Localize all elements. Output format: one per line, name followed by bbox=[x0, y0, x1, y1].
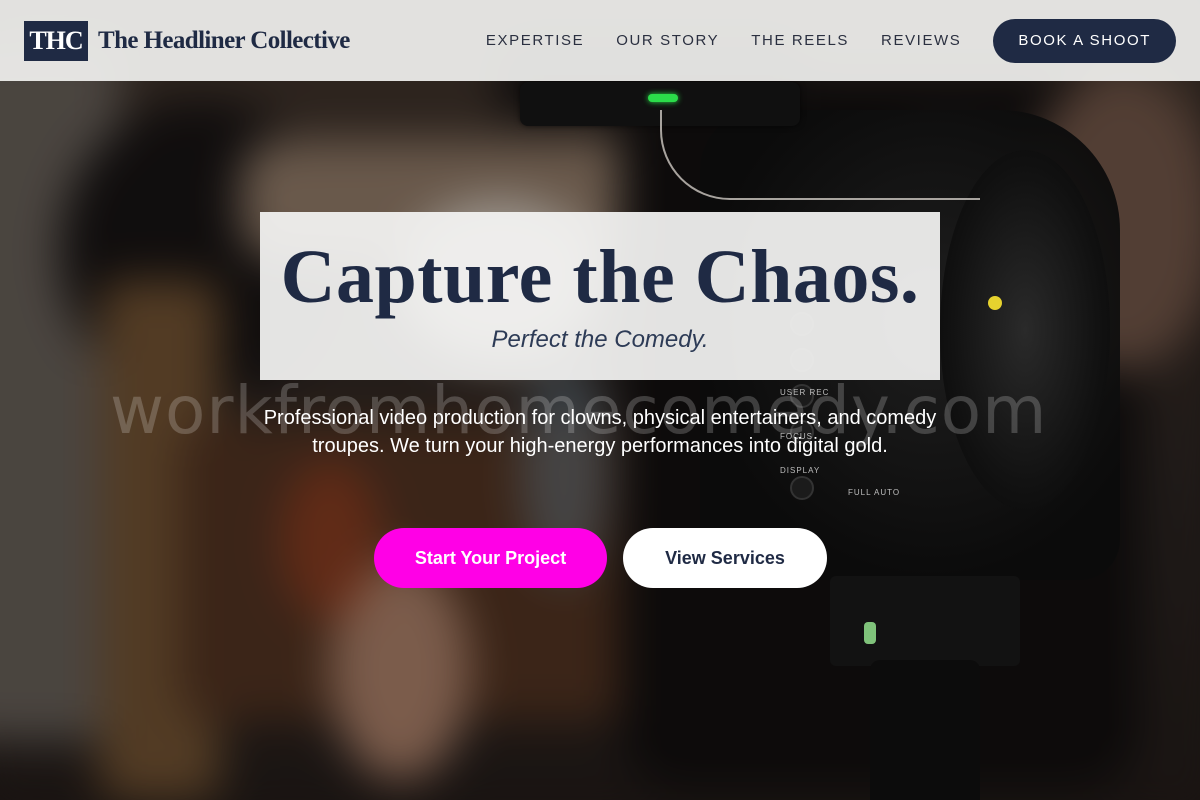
nav-link-our-story[interactable]: OUR STORY bbox=[616, 32, 719, 49]
camera-lens bbox=[940, 150, 1110, 510]
nav-link-the-reels[interactable]: THE REELS bbox=[751, 32, 849, 49]
camera-record-light bbox=[648, 94, 678, 102]
camera-mount-light bbox=[864, 622, 876, 644]
logo-mark: THC bbox=[24, 20, 88, 61]
camera-indicator-light bbox=[988, 296, 1002, 310]
camera-mount bbox=[830, 576, 1020, 666]
headline-card: Capture the Chaos. Perfect the Comedy. bbox=[260, 212, 940, 380]
site-header: THC The Headliner Collective EXPERTISE O… bbox=[0, 0, 1200, 81]
camera-knob bbox=[790, 476, 814, 500]
nav-link-reviews[interactable]: REVIEWS bbox=[881, 32, 961, 49]
hero-description: Professional video production for clowns… bbox=[263, 407, 937, 457]
main-nav: EXPERTISE OUR STORY THE REELS REVIEWS BO… bbox=[486, 18, 1176, 63]
camera-label: DISPLAY bbox=[780, 466, 821, 475]
hero-headline: Capture the Chaos. bbox=[280, 235, 920, 319]
camera-label: FULL AUTO bbox=[848, 488, 901, 497]
book-a-shoot-button[interactable]: BOOK A SHOOT bbox=[993, 18, 1176, 63]
camera-cable bbox=[660, 110, 980, 200]
brand-name: The Headliner Collective bbox=[98, 26, 350, 54]
camera-stand bbox=[870, 660, 980, 800]
view-services-button[interactable]: View Services bbox=[623, 528, 827, 588]
start-project-button[interactable]: Start Your Project bbox=[374, 528, 607, 588]
brand-logo[interactable]: THC The Headliner Collective bbox=[24, 20, 350, 61]
nav-link-expertise[interactable]: EXPERTISE bbox=[486, 32, 584, 49]
hero-subheadline: Perfect the Comedy. bbox=[491, 326, 709, 353]
